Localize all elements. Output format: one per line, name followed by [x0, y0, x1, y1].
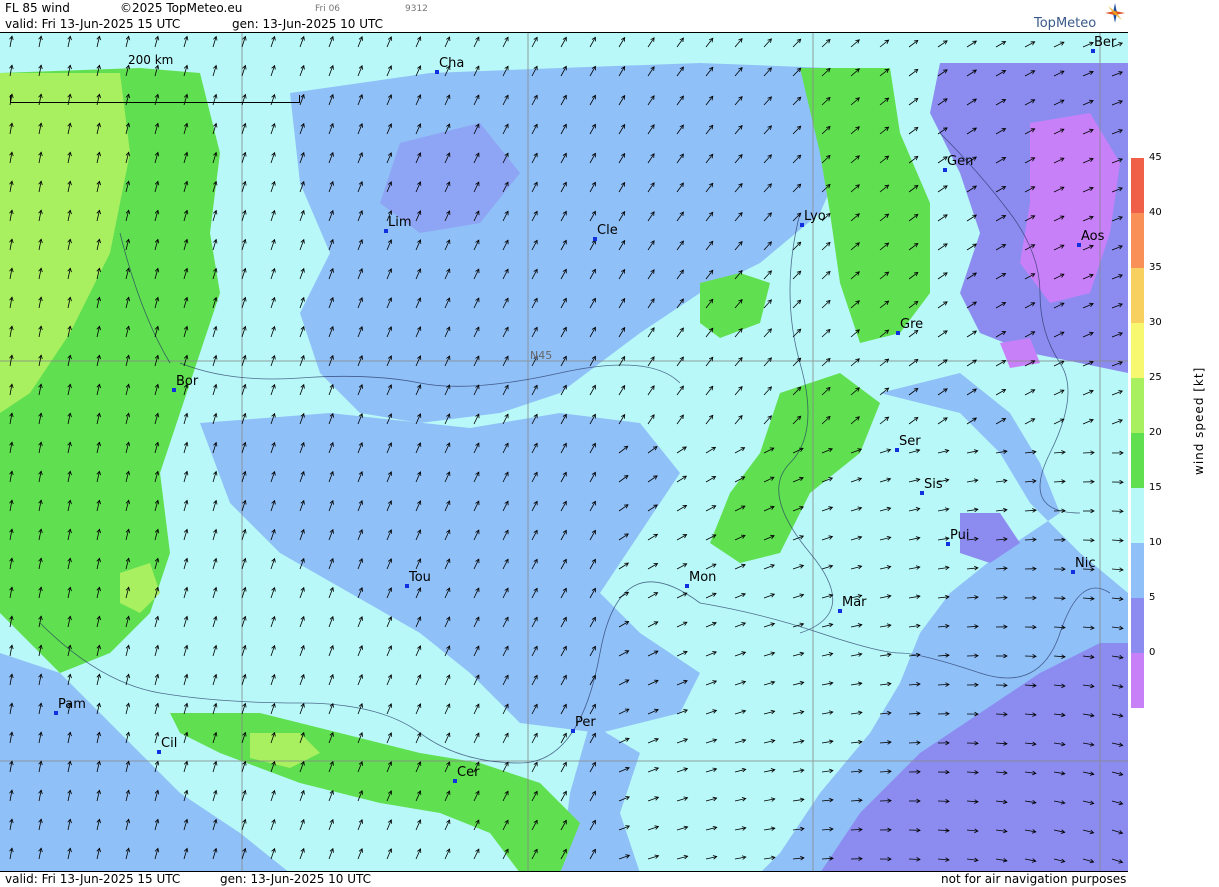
map-footer: valid: Fri 13-Jun-2025 15 UTC gen: 13-Ju…	[0, 872, 1219, 887]
wind-map[interactable]: 200 km N45 Ber Cha Gen Lim Cle Lyo Aos G…	[0, 32, 1128, 872]
city-cil[interactable]: Cil	[157, 736, 177, 754]
legend-color-swatch	[1131, 158, 1144, 213]
city-lyo[interactable]: Lyo	[800, 209, 826, 227]
scale-bar-label: 200 km	[128, 53, 174, 67]
city-pam[interactable]: Pam	[54, 697, 86, 715]
wind-arrow	[995, 597, 1008, 599]
legend-color-swatch	[1131, 598, 1144, 653]
legend-color-swatch	[1131, 433, 1144, 488]
city-gen[interactable]: Gen	[943, 154, 973, 172]
wind-arrow	[908, 742, 921, 744]
valid-time: valid: Fri 13-Jun-2025 15 UTC	[5, 17, 181, 31]
run-label: Fri 06	[315, 4, 341, 14]
legend-tick: 20	[1149, 427, 1162, 438]
city-cha[interactable]: Cha	[435, 56, 464, 74]
legend-color-swatch	[1131, 323, 1144, 378]
legend-tick: 5	[1149, 592, 1156, 603]
legend-tick: 0	[1149, 647, 1156, 658]
city-tou[interactable]: Tou	[405, 570, 431, 588]
city-nic[interactable]: Nic	[1071, 556, 1095, 574]
scale-bar	[10, 95, 300, 103]
wind-arrow	[1082, 452, 1095, 454]
city-ser[interactable]: Ser	[895, 434, 921, 452]
legend-tick: 40	[1149, 207, 1162, 218]
legend-color-swatch	[1131, 488, 1144, 543]
city-gre[interactable]: Gre	[896, 317, 923, 335]
city-bor[interactable]: Bor	[172, 374, 198, 392]
legend-tick: 30	[1149, 317, 1162, 328]
legend-color-swatch	[1131, 378, 1144, 433]
legend-tick: 35	[1149, 262, 1162, 273]
city-mon[interactable]: Mon	[685, 570, 716, 588]
legend-title: wind speed [kt]	[1192, 366, 1206, 475]
legend-tick: 45	[1149, 152, 1162, 163]
city-pui[interactable]: Pui	[946, 528, 969, 546]
legend-tick: 25	[1149, 372, 1162, 383]
legend-tick: 15	[1149, 482, 1162, 493]
legend-color-swatch	[1131, 543, 1144, 598]
map-title: FL 85 wind	[5, 1, 70, 15]
gen-time: gen: 13-Jun-2025 10 UTC	[232, 17, 384, 31]
logo-text: TopMeteo	[1034, 16, 1097, 31]
city-sis[interactable]: Sis	[920, 477, 943, 495]
wind-arrow	[908, 858, 921, 860]
wind-arrow	[995, 713, 1008, 715]
code-label: 9312	[405, 4, 428, 14]
legend-tick: 10	[1149, 537, 1162, 548]
city-per[interactable]: Per	[571, 715, 596, 733]
city-cer[interactable]: Cer	[453, 765, 479, 783]
latitude-label: N45	[530, 349, 553, 362]
footer-note: not for air navigation purposes	[941, 872, 1127, 886]
legend-color-swatch	[1131, 268, 1144, 323]
legend-color-swatch	[1131, 653, 1144, 708]
copyright: ©2025 TopMeteo.eu	[120, 1, 243, 15]
city-aos[interactable]: Aos	[1077, 229, 1104, 247]
city-cle[interactable]: Cle	[593, 223, 618, 241]
footer-valid: valid: Fri 13-Jun-2025 15 UTC	[5, 872, 181, 886]
footer-gen: gen: 13-Jun-2025 10 UTC	[220, 872, 372, 886]
compass-icon	[1105, 3, 1125, 23]
legend-color-swatch	[1131, 213, 1144, 268]
city-mar[interactable]: Mar	[838, 595, 867, 613]
city-ber[interactable]: Ber	[1091, 35, 1116, 53]
topmeteo-logo: TopMeteo	[1034, 3, 1125, 31]
city-lim[interactable]: Lim	[384, 215, 412, 233]
